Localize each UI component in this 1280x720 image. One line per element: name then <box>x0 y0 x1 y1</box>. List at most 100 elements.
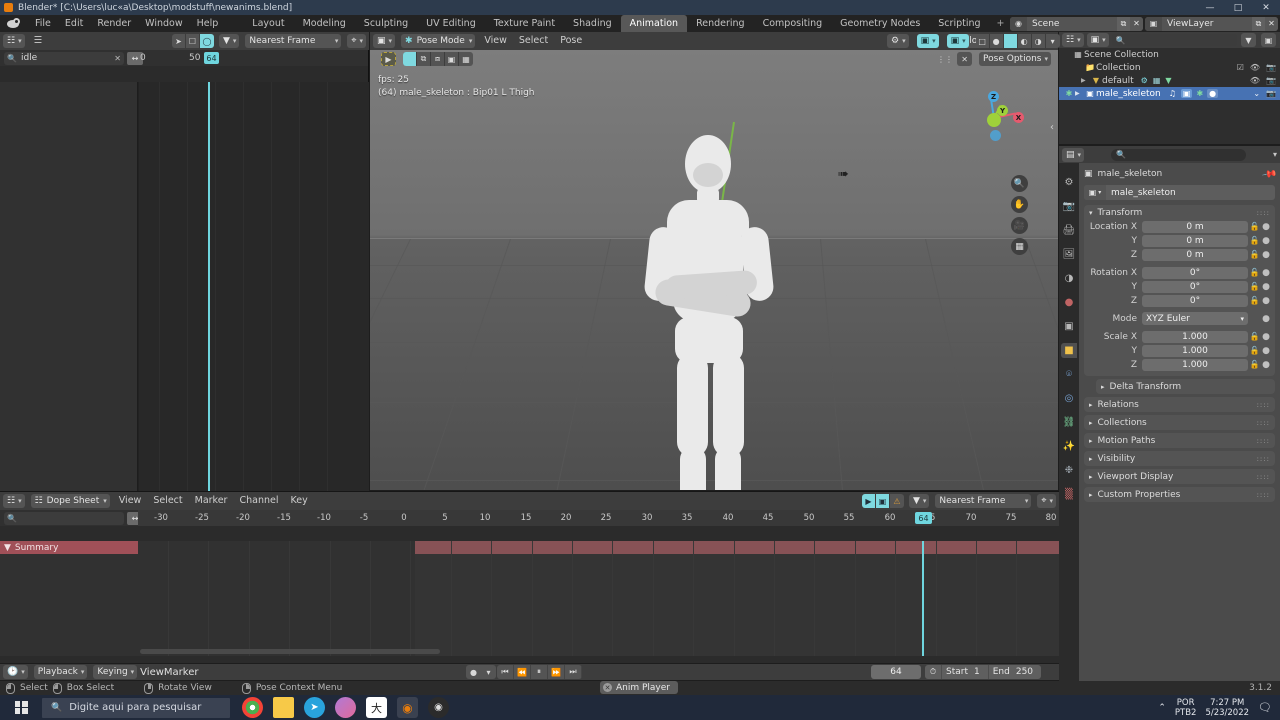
animate-dot-icon[interactable]: ● <box>1261 296 1271 306</box>
playback-transport-controls[interactable]: ⏮ ⏪ ⏸ ⏩ ⏭ <box>497 665 582 679</box>
workspace-tab-texture-paint[interactable]: Texture Paint <box>485 15 564 32</box>
properties-editor-type-selector[interactable]: ▤ ▾ <box>1062 147 1085 162</box>
properties-tab-scene[interactable]: ◑ <box>1061 271 1077 286</box>
action-keyframe-grid[interactable] <box>138 82 369 522</box>
viewport-menu-view[interactable]: View <box>478 32 513 50</box>
viewport-overlays-toggle[interactable]: ▣ ▾ <box>916 34 939 48</box>
properties-tab-texture[interactable]: ▒ <box>1061 487 1077 502</box>
viewport-display-header[interactable]: ▸ Viewport Display :::: <box>1084 469 1275 484</box>
lock-icon[interactable]: 🔓 <box>1248 332 1261 341</box>
lock-icon[interactable]: 🔓 <box>1248 268 1261 277</box>
paint-icon[interactable] <box>335 697 356 718</box>
transform-row-location-y[interactable]: Y 0 m 🔓 ● <box>1084 234 1271 247</box>
record-icon[interactable]: ● <box>466 665 481 679</box>
viewport-editor-type-selector[interactable]: ▣ ▾ <box>373 34 396 48</box>
current-frame-field[interactable]: 64 <box>871 665 921 679</box>
solid-shading-icon[interactable]: ● <box>990 34 1004 48</box>
keying-menu[interactable]: Keying ▾ <box>93 665 138 679</box>
transform-row-rotation-mode[interactable]: Mode XYZ Euler ▾ ● <box>1084 312 1271 325</box>
chrome-icon[interactable] <box>242 697 263 718</box>
transform-row-scale-z[interactable]: Z 1.000 🔓 ● <box>1084 358 1271 371</box>
expand-triangle-icon[interactable]: ▶ <box>1075 90 1084 97</box>
select-tool-icon[interactable]: ➤ <box>172 34 186 48</box>
expand-triangle-icon[interactable]: ▼ <box>4 543 11 553</box>
outliner-default-toggles[interactable]: 👁 📷 <box>1250 76 1276 85</box>
dope-proportional[interactable]: ⌖ ▾ <box>1037 494 1056 508</box>
add-workspace-button[interactable]: + <box>990 18 1012 29</box>
properties-tab-view-layer[interactable]: 🖼 <box>1061 247 1077 262</box>
show-hidden-icon[interactable]: ▣ <box>875 494 890 508</box>
viewlayer-selector[interactable]: ▣ ViewLayer ⧉ ✕ <box>1145 16 1278 31</box>
dope-menu-channel[interactable]: Channel <box>233 492 284 510</box>
visibility-panel[interactable]: ▸ Visibility :::: <box>1084 451 1275 466</box>
workspace-tab-scripting[interactable]: Scripting <box>929 15 989 32</box>
action-current-frame-badge[interactable]: 64 <box>204 52 219 64</box>
menu-help[interactable]: Help <box>190 15 226 32</box>
animate-dot-icon[interactable]: ● <box>1261 222 1271 232</box>
workspace-tab-sculpting[interactable]: Sculpting <box>355 15 417 32</box>
close-button[interactable]: ✕ <box>1252 0 1280 15</box>
outliner-new-collection-button[interactable]: ▣ <box>1261 33 1276 47</box>
action-editor-mode-buttons[interactable]: ➤ ☐ ◯ <box>171 34 214 48</box>
winrar-icon[interactable]: 大 <box>366 697 387 718</box>
next-keyframe-button[interactable]: ⏩ <box>548 665 565 679</box>
outliner-search-input[interactable]: 🔍 <box>1111 34 1237 46</box>
close-icon[interactable]: ✕ <box>603 683 612 692</box>
pose-icon[interactable]: ▣ <box>1180 89 1193 98</box>
chevron-down-icon[interactable]: ⌄ <box>1253 89 1260 98</box>
transform-row-rotation-y[interactable]: Y 0° 🔓 ● <box>1084 280 1271 293</box>
properties-tab-object-data[interactable]: ✨ <box>1061 439 1077 454</box>
expand-triangle-icon[interactable]: ▶ <box>1081 77 1090 84</box>
outliner-skeleton-toggles[interactable]: ⌄ 📷 <box>1253 89 1276 98</box>
outliner-row-male-skeleton[interactable]: ✱ ▶ ▣ male_skeleton ♫ ▣ ✱ ● ⌄ 📷 <box>1059 87 1280 100</box>
delta-transform-panel[interactable]: ▸ Delta Transform <box>1096 379 1275 394</box>
play-pause-button[interactable]: ⏸ <box>531 665 548 679</box>
bone-icon[interactable]: ● <box>1207 89 1219 98</box>
only-show-errors-icon[interactable]: ⚠ <box>890 494 904 508</box>
workspace-tab-rendering[interactable]: Rendering <box>687 15 754 32</box>
tray-chevron-icon[interactable]: ⌃ <box>1158 703 1166 713</box>
relations-header[interactable]: ▸ Relations :::: <box>1084 397 1275 412</box>
rendered-shading-icon[interactable]: ◐ <box>1018 34 1032 48</box>
properties-options-icon[interactable]: ▾ <box>1273 150 1277 159</box>
new-scene-button[interactable]: ⧉ <box>1117 16 1130 31</box>
action-editor-menu-icon[interactable]: ☰ <box>28 32 49 50</box>
remove-scene-button[interactable]: ✕ <box>1130 16 1143 31</box>
relations-panel[interactable]: ▸ Relations :::: <box>1084 397 1275 412</box>
camera-icon[interactable]: 🎥 <box>1011 217 1028 234</box>
action-editor-type-selector[interactable]: ☷ ▾ <box>3 34 25 48</box>
maximize-button[interactable]: □ <box>1224 0 1252 15</box>
gizmo-axis-y-neg[interactable] <box>987 113 1001 127</box>
outliner-row-default[interactable]: ▶ ▼ default ⚙ ▦ ▼ 👁 📷 <box>1059 74 1280 87</box>
lock-icon[interactable]: 🔓 <box>1248 360 1261 369</box>
language-indicator[interactable]: POR PTB2 <box>1175 698 1197 718</box>
steam-icon[interactable]: ◉ <box>428 697 449 718</box>
box-select-icon[interactable]: ☐ <box>186 34 200 48</box>
summary-keyframe-track[interactable] <box>415 541 1059 554</box>
lock-icon[interactable]: 🔓 <box>1248 346 1261 355</box>
delta-transform-header[interactable]: ▸ Delta Transform <box>1096 379 1275 394</box>
menu-window[interactable]: Window <box>138 15 189 32</box>
eye-icon[interactable]: 👁 <box>1250 76 1260 85</box>
modifier-icon[interactable]: ⚙ <box>1141 76 1148 85</box>
channel-summary-row[interactable]: ▼ Summary <box>0 541 138 554</box>
properties-tab-bone[interactable]: ❉ <box>1061 463 1077 478</box>
mesh-data-icon[interactable]: ▼ <box>1165 76 1171 85</box>
telegram-icon[interactable]: ➤ <box>304 697 325 718</box>
menu-render[interactable]: Render <box>90 15 138 32</box>
transform-row-scale-x[interactable]: Scale X 1.000 🔓 ● <box>1084 330 1271 343</box>
new-viewlayer-button[interactable]: ⧉ <box>1252 16 1265 31</box>
tweak-tool-icon[interactable]: ◯ <box>199 34 214 48</box>
lock-icon[interactable]: 🔓 <box>1248 250 1261 259</box>
scene-selector[interactable]: ◉ Scene ⧉ ✕ <box>1010 16 1143 31</box>
dope-editor-type-selector[interactable]: ☷ ▾ <box>3 494 25 508</box>
transform-row-location-z[interactable]: Z 0 m 🔓 ● <box>1084 248 1271 261</box>
xray-toggle[interactable]: ▣ ▾ <box>946 34 969 48</box>
render-camera-icon[interactable]: 📷 <box>1266 89 1276 98</box>
minimize-button[interactable]: — <box>1196 0 1224 15</box>
value-scale-x[interactable]: 1.000 <box>1142 330 1248 343</box>
animate-dot-icon[interactable]: ● <box>1261 346 1271 356</box>
animate-dot-icon[interactable]: ● <box>1261 314 1271 324</box>
pose-copy-icon[interactable]: ⋮⋮ <box>937 55 953 64</box>
motion-paths-header[interactable]: ▸ Motion Paths :::: <box>1084 433 1275 448</box>
